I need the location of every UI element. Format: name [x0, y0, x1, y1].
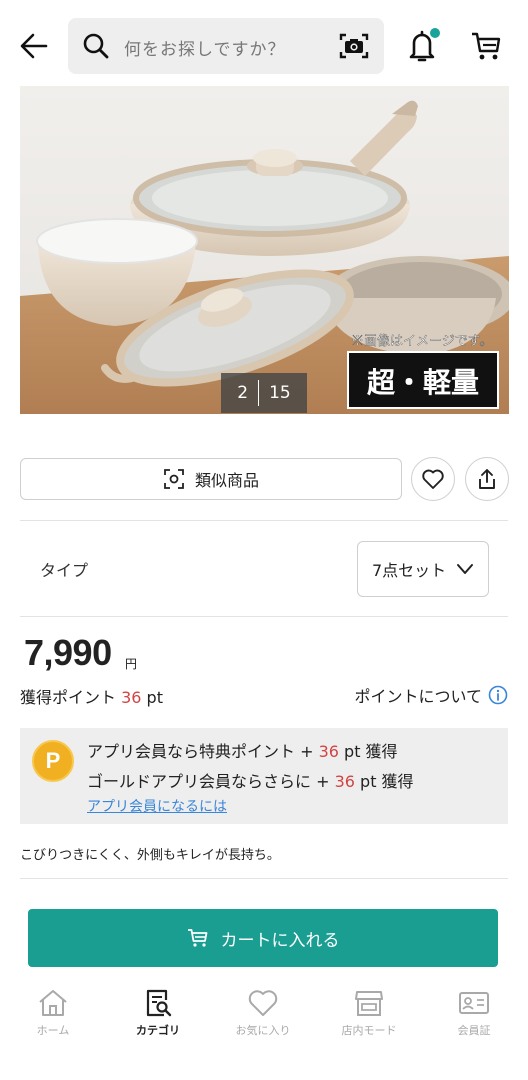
- earned-points-unit: pt: [141, 688, 163, 707]
- earned-points-value: 36: [121, 688, 142, 707]
- similar-items-button[interactable]: 類似商品: [20, 458, 402, 500]
- nav-item-member-card[interactable]: 会員証: [434, 988, 514, 1038]
- nav-label-member-card: 会員証: [457, 1024, 491, 1037]
- share-button[interactable]: [465, 457, 509, 501]
- home-icon: [39, 990, 67, 1016]
- cookware-set-photo: ※画像はイメージです。 超・軽量: [20, 86, 509, 414]
- price-unit: 円: [125, 657, 138, 671]
- member-card-icon: [459, 992, 489, 1014]
- store-icon: [355, 991, 383, 1016]
- nav-label-store-mode: 店内モード: [341, 1024, 397, 1037]
- type-selected-value: 7点セット: [372, 561, 447, 580]
- divider: [20, 520, 508, 521]
- add-to-cart-button[interactable]: カートに入れる: [28, 909, 498, 967]
- camera-search-icon[interactable]: [338, 31, 370, 61]
- category-search-icon: [146, 989, 172, 1017]
- nav-item-home[interactable]: ホーム: [13, 988, 93, 1038]
- about-points-link[interactable]: ポイントについて: [354, 683, 508, 707]
- image-counter: 2 15: [221, 373, 307, 413]
- nav-item-category[interactable]: カテゴリ: [118, 988, 198, 1038]
- cart-icon: [187, 929, 207, 947]
- back-button[interactable]: [16, 28, 52, 64]
- earned-points: 獲得ポイント 36 pt: [20, 684, 163, 708]
- search-input[interactable]: 何をお探しですか？: [68, 18, 384, 74]
- nav-item-store-mode[interactable]: 店内モード: [329, 988, 409, 1038]
- notification-dot: [430, 28, 440, 38]
- bottom-nav: ホーム カテゴリ お気に入り 店内モード 会員証: [0, 980, 528, 1080]
- about-points-label: ポイントについて: [354, 687, 482, 706]
- image-counter-total: 15: [269, 383, 291, 403]
- search-icon: [83, 33, 109, 59]
- similar-items-label: 類似商品: [194, 471, 259, 490]
- app-member-points-value: 36: [318, 742, 339, 761]
- image-counter-current: 2: [237, 383, 249, 403]
- header: 何をお探しですか？: [0, 0, 528, 88]
- earned-points-label: 獲得ポイント: [20, 688, 122, 707]
- gold-member-points: ゴールドアプリ会員ならさらに + 36 pt 獲得: [87, 768, 414, 792]
- type-select[interactable]: 7点セット: [357, 541, 489, 597]
- gold-member-points-text: ゴールドアプリ会員ならさらに +: [87, 772, 335, 791]
- image-counter-divider: [258, 380, 260, 406]
- app-member-points-suffix: pt 獲得: [338, 742, 398, 761]
- image-badge: 超・軽量: [367, 366, 479, 399]
- type-label: タイプ: [40, 561, 89, 580]
- app-member-points-text: アプリ会員なら特典ポイント +: [87, 742, 319, 761]
- app-member-points: アプリ会員なら特典ポイント + 36 pt 獲得: [87, 738, 398, 762]
- divider: [20, 616, 508, 617]
- search-placeholder: 何をお探しですか？: [124, 40, 286, 60]
- favorite-button[interactable]: [411, 457, 455, 501]
- heart-icon: [248, 990, 278, 1016]
- gold-member-points-value: 36: [334, 772, 355, 791]
- image-note: ※画像はイメージです。: [351, 333, 492, 348]
- chevron-down-icon: [457, 564, 473, 574]
- become-app-member-link[interactable]: アプリ会員になるには: [87, 796, 227, 816]
- heart-icon: [422, 469, 444, 489]
- divider: [20, 878, 508, 879]
- gold-member-points-suffix: pt 獲得: [354, 772, 414, 791]
- info-icon: [488, 685, 508, 705]
- price: 7,990: [24, 632, 112, 673]
- image-search-icon: [164, 469, 184, 489]
- nav-label-home: ホーム: [36, 1024, 70, 1037]
- share-icon: [479, 469, 495, 489]
- product-image[interactable]: ※画像はイメージです。 超・軽量: [20, 86, 509, 414]
- add-to-cart-label: カートに入れる: [220, 930, 340, 951]
- cart-icon[interactable]: [469, 30, 503, 62]
- app-points-banner: P アプリ会員なら特典ポイント + 36 pt 獲得 ゴールドアプリ会員ならさら…: [20, 728, 508, 824]
- nav-label-favorites: お気に入り: [235, 1024, 291, 1037]
- product-description: こびりつきにくく、外側もキレイが長持ち。: [20, 848, 280, 863]
- points-badge-icon: P: [32, 740, 74, 782]
- nav-item-favorites[interactable]: お気に入り: [223, 988, 303, 1038]
- arrow-left-icon: [20, 33, 48, 59]
- nav-label-category: カテゴリ: [136, 1024, 180, 1037]
